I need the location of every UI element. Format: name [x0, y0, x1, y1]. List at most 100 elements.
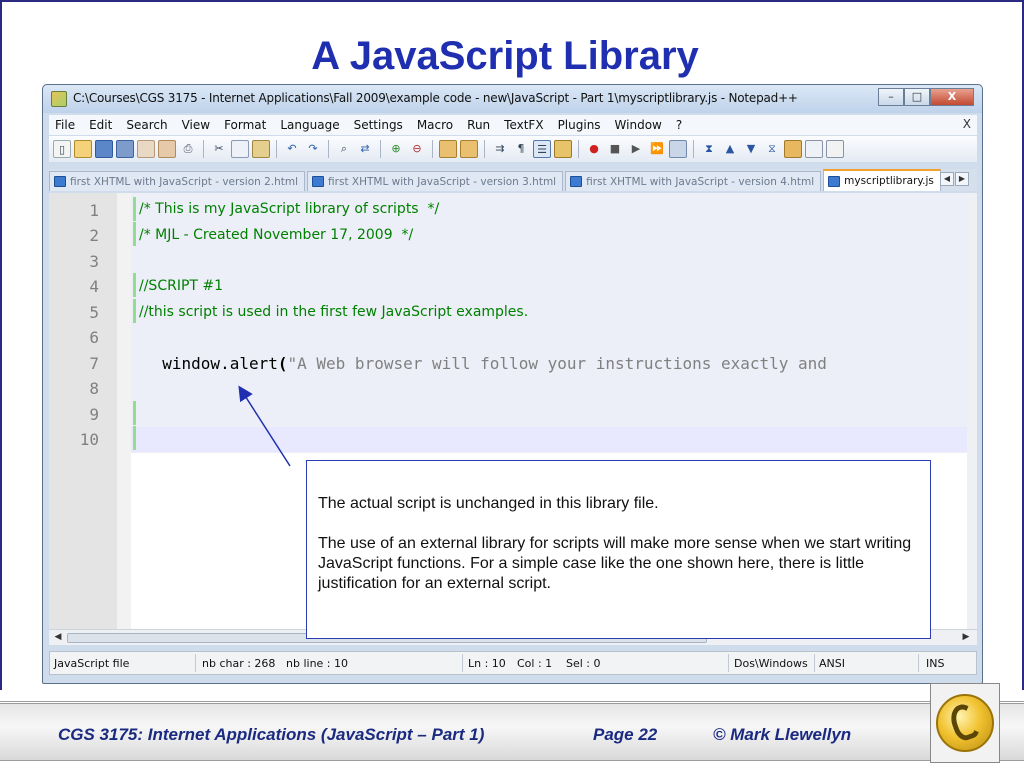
word-wrap-icon[interactable]: ⇉ [491, 140, 509, 158]
toolbar-separator [328, 140, 329, 158]
find-icon[interactable]: ⌕ [335, 140, 353, 158]
close-all-icon[interactable] [158, 140, 176, 158]
user-defined-lang-icon[interactable] [554, 140, 572, 158]
undo-icon[interactable]: ↶ [283, 140, 301, 158]
slide: A JavaScript Library C:\Courses\CGS 3175… [0, 0, 1024, 768]
line-number: 2 [89, 226, 99, 245]
slide-footer: CGS 3175: Internet Applications (JavaScr… [0, 700, 1024, 768]
toolbar-separator [380, 140, 381, 158]
line-number: 9 [89, 405, 99, 424]
menu-search[interactable]: Search [119, 118, 174, 132]
menu-bar: File Edit Search View Format Language Se… [49, 115, 977, 135]
tab-scroll-right-icon[interactable]: ▶ [955, 172, 969, 186]
slide-title: A JavaScript Library [311, 34, 699, 78]
status-file-type: JavaScript file [54, 657, 130, 670]
macro-save-icon[interactable] [669, 140, 687, 158]
menu-settings[interactable]: Settings [347, 118, 410, 132]
window-titlebar[interactable]: C:\Courses\CGS 3175 - Internet Applicati… [43, 85, 982, 113]
menu-window[interactable]: Window [608, 118, 669, 132]
saved-file-icon [54, 176, 66, 187]
redo-icon[interactable]: ↷ [304, 140, 322, 158]
zoom-in-icon[interactable]: ⊕ [387, 140, 405, 158]
window-controls: – □ X [878, 88, 974, 106]
code-line-1: /* This is my JavaScript library of scri… [139, 201, 440, 217]
browser-preview-icon[interactable] [784, 140, 802, 158]
code-line-7: window.alert("A Web browser will follow … [143, 354, 827, 373]
saved-file-icon [312, 176, 325, 187]
footer-rule [0, 701, 1024, 702]
paste-icon[interactable] [252, 140, 270, 158]
menu-file[interactable]: File [49, 118, 82, 132]
toolbar-separator [484, 140, 485, 158]
code-line-5: //this script is used in the first few J… [139, 304, 529, 320]
menu-macro[interactable]: Macro [410, 118, 460, 132]
menu-view[interactable]: View [175, 118, 217, 132]
cut-icon[interactable]: ✂ [210, 140, 228, 158]
new-file-icon[interactable]: ▯ [53, 140, 71, 158]
alert-string: "A Web browser will follow your instruct… [287, 354, 827, 373]
copy-icon[interactable] [231, 140, 249, 158]
status-divider [462, 654, 463, 672]
line-number: 10 [79, 430, 99, 449]
zoom-out-icon[interactable]: ⊖ [408, 140, 426, 158]
spell-check-icon[interactable] [826, 140, 844, 158]
close-button[interactable]: X [930, 88, 974, 106]
close-file-icon[interactable] [137, 140, 155, 158]
save-icon[interactable] [95, 140, 113, 158]
show-all-chars-icon[interactable]: ¶ [512, 140, 530, 158]
status-column: Col : 1 [517, 657, 553, 670]
change-marker [133, 273, 136, 297]
tab-label: first XHTML with JavaScript - version 3.… [328, 175, 557, 188]
status-divider [195, 654, 196, 672]
maximize-button[interactable]: □ [904, 88, 930, 106]
panel-icon[interactable] [805, 140, 823, 158]
up-icon[interactable]: ▲ [721, 140, 739, 158]
change-marker [133, 426, 136, 450]
open-file-icon[interactable] [74, 140, 92, 158]
macro-stop-icon[interactable]: ■ [606, 140, 624, 158]
status-encoding: ANSI [819, 657, 845, 670]
window-title: C:\Courses\CGS 3175 - Internet Applicati… [73, 91, 798, 105]
sync-vertical-icon[interactable] [439, 140, 457, 158]
macro-play-multiple-icon[interactable]: ⏩ [648, 140, 666, 158]
macro-record-icon[interactable]: ● [585, 140, 603, 158]
menu-help[interactable]: ? [669, 118, 689, 132]
code-line-2: /* MJL - Created November 17, 2009 */ [139, 227, 414, 243]
sort-icon[interactable]: ⧖ [763, 140, 781, 158]
sync-horizontal-icon[interactable] [460, 140, 478, 158]
toolbar: ▯ ⎙ ✂ ↶ ↷ ⌕ ⇄ ⊕ ⊖ ⇉ ¶ ☰ ● ■ ▶ ⏩ ⧗ ▲ ▼ ⧖ [49, 136, 977, 162]
indent-guide-icon[interactable]: ☰ [533, 140, 551, 158]
vertical-scrollbar[interactable] [967, 193, 977, 629]
fold-margin [117, 193, 131, 629]
macro-play-icon[interactable]: ▶ [627, 140, 645, 158]
menu-format[interactable]: Format [217, 118, 273, 132]
menu-language[interactable]: Language [273, 118, 346, 132]
menu-textfx[interactable]: TextFX [497, 118, 550, 132]
tab-myscriptlibrary[interactable]: myscriptlibrary.js [823, 169, 941, 191]
document-close-button[interactable]: X [963, 117, 971, 131]
menu-run[interactable]: Run [460, 118, 497, 132]
tab-scroll-left-icon[interactable]: ◀ [940, 172, 954, 186]
menu-edit[interactable]: Edit [82, 118, 119, 132]
print-icon[interactable]: ⎙ [179, 140, 197, 158]
status-char-count: nb char : 268 [202, 657, 276, 670]
tab-version-2[interactable]: first XHTML with JavaScript - version 2.… [49, 171, 306, 191]
callout-paragraph-2: The use of an external library for scrip… [318, 535, 912, 592]
replace-icon[interactable]: ⇄ [356, 140, 374, 158]
status-selection: Sel : 0 [566, 657, 601, 670]
tab-version-3[interactable]: first XHTML with JavaScript - version 3.… [307, 171, 564, 191]
footer-author: © Mark Llewellyn [713, 725, 852, 744]
scroll-left-icon[interactable]: ◀ [51, 631, 65, 644]
toolbar-separator [578, 140, 579, 158]
minimize-button[interactable]: – [878, 88, 904, 106]
toolbar-separator [203, 140, 204, 158]
tab-label: first XHTML with JavaScript - version 4.… [586, 175, 815, 188]
line-number: 3 [89, 252, 99, 271]
down-icon[interactable]: ▼ [742, 140, 760, 158]
menu-plugins[interactable]: Plugins [551, 118, 608, 132]
textfx-icon[interactable]: ⧗ [700, 140, 718, 158]
saved-file-icon [828, 175, 841, 187]
scroll-right-icon[interactable]: ▶ [959, 631, 973, 644]
save-all-icon[interactable] [116, 140, 134, 158]
tab-version-4[interactable]: first XHTML with JavaScript - version 4.… [565, 171, 822, 191]
